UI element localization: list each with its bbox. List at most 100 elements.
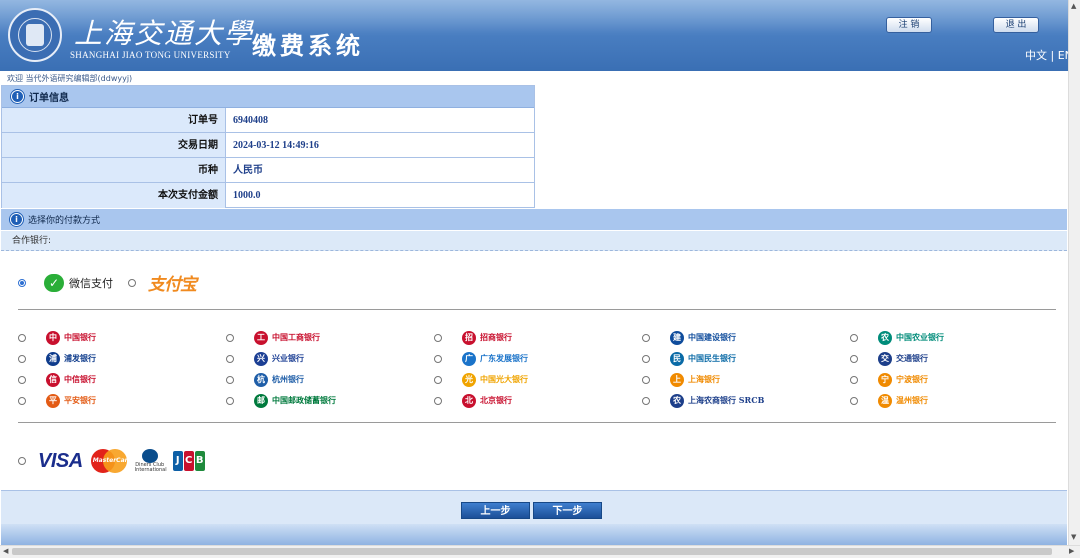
bank-logo-icon: 温 xyxy=(878,393,892,408)
bank-option[interactable]: 上上海银行 xyxy=(642,369,850,390)
bank-logo-icon: 农 xyxy=(670,393,684,408)
bank-radio[interactable] xyxy=(642,375,650,384)
info-icon: i xyxy=(10,213,23,226)
wechat-pay-icon: ✓ xyxy=(44,273,64,292)
language-switch[interactable]: 中文 | EN xyxy=(1025,47,1068,63)
bank-logo-icon: 交 xyxy=(878,351,892,366)
bank-option[interactable]: 光中国光大银行 xyxy=(434,369,642,390)
bank-option[interactable]: 广广东发展银行 xyxy=(434,348,642,369)
bank-radio[interactable] xyxy=(850,354,858,363)
amount-value: 1000.0 xyxy=(233,190,261,201)
bank-option[interactable]: 邮中国邮政储蓄银行 xyxy=(226,390,434,411)
bank-name: 温州银行 xyxy=(896,395,928,405)
payment-method-row: ✓ 微信支付 支付宝 xyxy=(18,270,197,295)
bank-radio[interactable] xyxy=(18,354,26,363)
bank-radio[interactable] xyxy=(226,354,234,363)
bank-option[interactable]: 民中国民生银行 xyxy=(642,348,850,369)
bank-radio[interactable] xyxy=(642,396,650,405)
alipay-radio[interactable] xyxy=(128,278,136,287)
transaction-date-value: 2024-03-12 14:49:16 xyxy=(233,140,319,151)
bank-option[interactable]: 北北京银行 xyxy=(434,390,642,411)
seal-emblem xyxy=(26,24,44,46)
app-header: 上海交通大學 SHANGHAI JIAO TONG UNIVERSITY 缴费系… xyxy=(0,0,1068,71)
bank-logo-icon: 平 xyxy=(46,393,60,408)
bank-logo-icon: 上 xyxy=(670,372,684,387)
bank-option[interactable]: 中中国银行 xyxy=(18,327,226,348)
horizontal-scroll-thumb[interactable] xyxy=(12,548,1052,555)
order-info-header: i 订单信息 xyxy=(2,86,534,108)
bank-radio[interactable] xyxy=(850,396,858,405)
logout-button[interactable]: 注 销 xyxy=(886,17,932,33)
bank-radio[interactable] xyxy=(226,396,234,405)
bank-logo-icon: 工 xyxy=(254,330,268,345)
bank-option[interactable]: 建中国建设银行 xyxy=(642,327,850,348)
bank-option[interactable]: 平平安银行 xyxy=(18,390,226,411)
bank-name: 中国建设银行 xyxy=(688,332,736,342)
jcb-letter-b: B xyxy=(194,451,205,471)
bank-list: 中中国银行工中国工商银行招招商银行建中国建设银行农中国农业银行浦浦发银行兴兴业银… xyxy=(18,327,1058,411)
bank-option[interactable]: 杭杭州银行 xyxy=(226,369,434,390)
card-payment-radio[interactable] xyxy=(18,457,26,465)
scroll-left-icon[interactable]: ◀ xyxy=(3,547,8,555)
bank-radio[interactable] xyxy=(642,354,650,363)
bank-option[interactable]: 农中国农业银行 xyxy=(850,327,1058,348)
bank-option[interactable]: 工中国工商银行 xyxy=(226,327,434,348)
previous-step-button[interactable]: 上一步 xyxy=(461,502,530,519)
vertical-scrollbar[interactable]: ▲ ▼ xyxy=(1068,0,1080,545)
bank-option[interactable]: 信中信银行 xyxy=(18,369,226,390)
exit-button[interactable]: 退 出 xyxy=(993,17,1039,33)
jcb-logo: J C B xyxy=(172,451,206,471)
scroll-down-icon[interactable]: ▼ xyxy=(1071,533,1076,541)
bank-radio[interactable] xyxy=(434,396,442,405)
bank-radio[interactable] xyxy=(226,375,234,384)
wechat-pay-radio[interactable] xyxy=(18,278,26,287)
bank-radio[interactable] xyxy=(642,333,650,342)
divider xyxy=(18,309,1056,310)
diners-club-logo: Diners Club International xyxy=(135,449,167,473)
bank-option[interactable]: 交交通银行 xyxy=(850,348,1058,369)
bank-radio[interactable] xyxy=(18,396,26,405)
mastercard-label: MasterCard xyxy=(92,457,132,464)
bank-option[interactable]: 兴兴业银行 xyxy=(226,348,434,369)
bank-option[interactable]: 宁宁波银行 xyxy=(850,369,1058,390)
bank-name: 北京银行 xyxy=(480,395,512,405)
alipay-logo: 支付宝 xyxy=(148,270,197,295)
card-payment-row: VISA MasterCard Diners Club Internationa… xyxy=(18,449,206,473)
amount-label: 本次支付金额 xyxy=(2,183,226,208)
bank-radio[interactable] xyxy=(850,333,858,342)
scroll-right-icon[interactable]: ▶ xyxy=(1069,547,1074,555)
partner-banks-label: 合作银行: xyxy=(1,231,1067,251)
bank-name: 中国邮政储蓄银行 xyxy=(272,395,336,405)
bank-logo-icon: 信 xyxy=(46,372,60,387)
bank-logo-icon: 民 xyxy=(670,351,684,366)
bank-option[interactable]: 浦浦发银行 xyxy=(18,348,226,369)
bank-name: 中国工商银行 xyxy=(272,332,320,342)
bank-logo-icon: 中 xyxy=(46,330,60,345)
bank-option[interactable]: 招招商银行 xyxy=(434,327,642,348)
next-step-button[interactable]: 下一步 xyxy=(533,502,602,519)
bank-option[interactable]: 农上海农商银行 SRCB xyxy=(642,390,850,411)
bank-radio[interactable] xyxy=(434,333,442,342)
order-info-panel: i 订单信息 订单号 6940408 交易日期 2024-03-12 14:49… xyxy=(1,85,535,208)
bank-radio[interactable] xyxy=(18,375,26,384)
order-row-amount: 本次支付金额 1000.0 xyxy=(2,183,534,208)
bank-logo-icon: 浦 xyxy=(46,351,60,366)
bank-radio[interactable] xyxy=(434,354,442,363)
bank-name: 浦发银行 xyxy=(64,353,96,363)
bank-radio[interactable] xyxy=(850,375,858,384)
bank-name: 中国民生银行 xyxy=(688,353,736,363)
order-info-title: 订单信息 xyxy=(29,93,69,104)
bank-radio[interactable] xyxy=(18,333,26,342)
bank-name: 广东发展银行 xyxy=(480,353,528,363)
bank-radio[interactable] xyxy=(226,333,234,342)
bank-name: 平安银行 xyxy=(64,395,96,405)
bank-option[interactable]: 温温州银行 xyxy=(850,390,1058,411)
bank-name: 中国农业银行 xyxy=(896,332,944,342)
bank-radio[interactable] xyxy=(434,375,442,384)
scroll-up-icon[interactable]: ▲ xyxy=(1071,2,1076,10)
payment-method-title: 选择你的付款方式 xyxy=(28,216,101,226)
payment-method-header: i 选择你的付款方式 xyxy=(1,209,1067,230)
bank-name: 交通银行 xyxy=(896,353,928,363)
horizontal-scrollbar[interactable]: ◀ ▶ xyxy=(0,545,1080,558)
system-title: 缴费系统 xyxy=(252,32,364,60)
